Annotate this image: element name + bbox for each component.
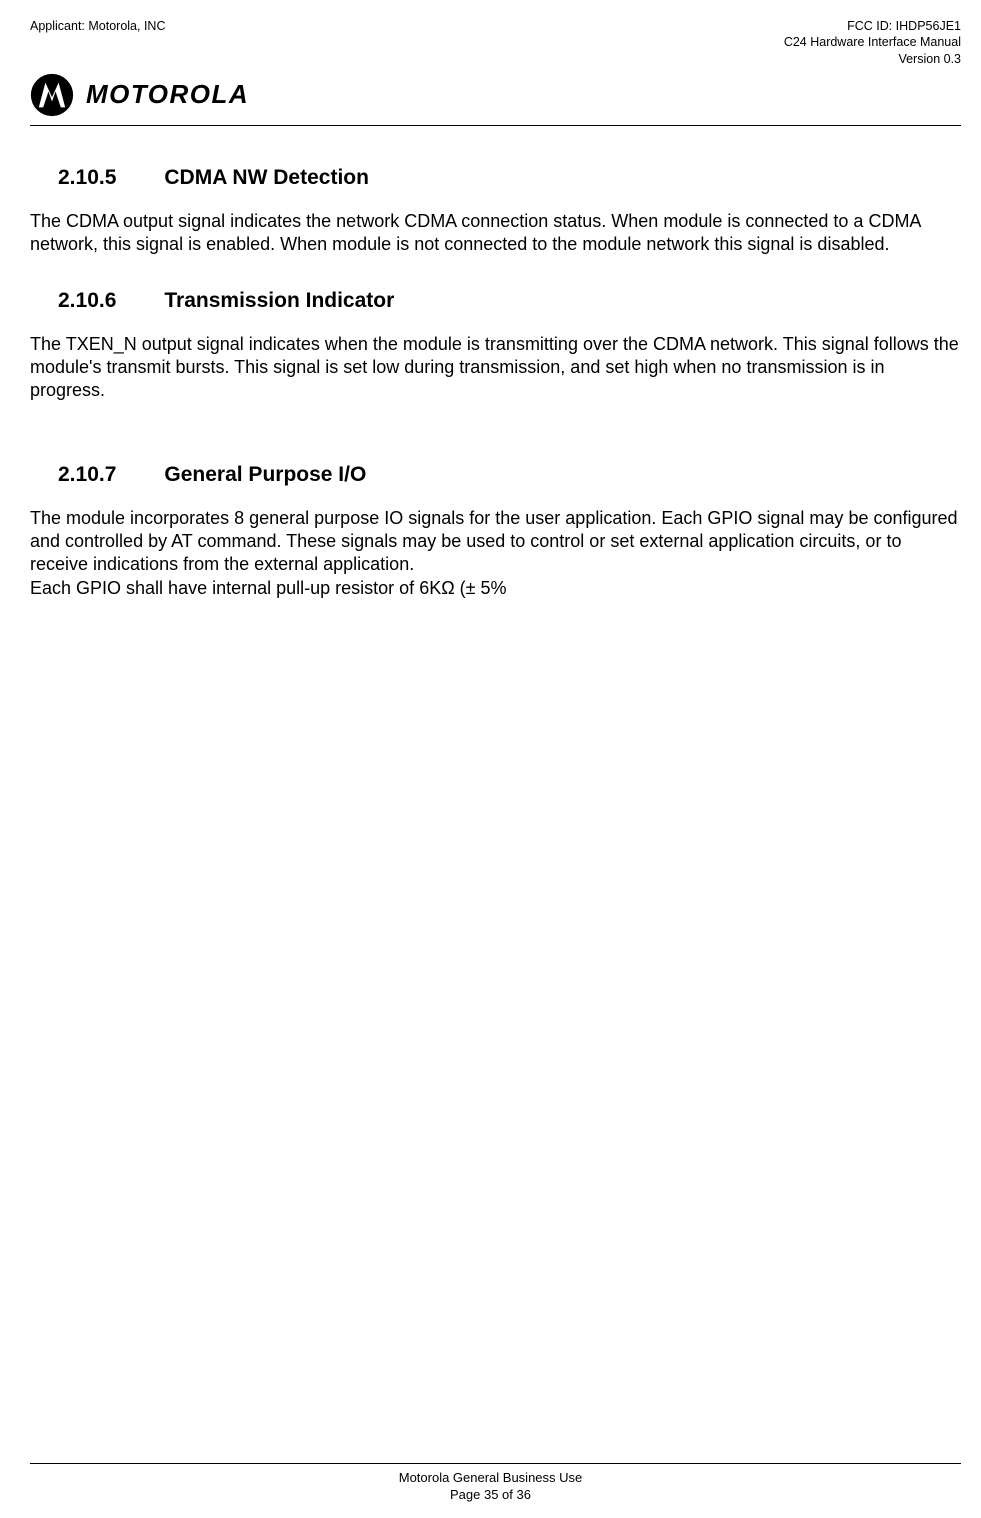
section-number: 2.10.7 [58, 463, 116, 487]
section-heading: 2.10.5 CDMA NW Detection [58, 166, 961, 190]
fcc-id: FCC ID: IHDP56JE1 [784, 18, 961, 34]
header-divider [30, 125, 961, 126]
section-title: CDMA NW Detection [164, 166, 369, 190]
section-number: 2.10.5 [58, 166, 116, 190]
section-body: The module incorporates 8 general purpos… [30, 507, 961, 601]
section-heading: 2.10.7 General Purpose I/O [58, 463, 961, 487]
section-number: 2.10.6 [58, 289, 116, 313]
section-body: The TXEN_N output signal indicates when … [30, 333, 961, 403]
section-title: Transmission Indicator [164, 289, 394, 313]
section-heading: 2.10.6 Transmission Indicator [58, 289, 961, 313]
logo-text: MOTOROLA [86, 79, 249, 110]
footer-line-1: Motorola General Business Use [0, 1469, 981, 1487]
page-header: Applicant: Motorola, INC FCC ID: IHDP56J… [30, 18, 961, 67]
motorola-logo-icon [30, 73, 74, 117]
footer-line-2: Page 35 of 36 [0, 1486, 981, 1504]
section-body: The CDMA output signal indicates the net… [30, 210, 961, 257]
footer-divider [30, 1463, 961, 1464]
applicant-text: Applicant: Motorola, INC [30, 18, 165, 34]
logo-block: MOTOROLA [30, 73, 961, 117]
header-right: FCC ID: IHDP56JE1 C24 Hardware Interface… [784, 18, 961, 67]
manual-title: C24 Hardware Interface Manual [784, 34, 961, 50]
page: Applicant: Motorola, INC FCC ID: IHDP56J… [0, 0, 981, 1518]
section-title: General Purpose I/O [164, 463, 366, 487]
page-footer: Motorola General Business Use Page 35 of… [0, 1463, 981, 1504]
version: Version 0.3 [784, 51, 961, 67]
